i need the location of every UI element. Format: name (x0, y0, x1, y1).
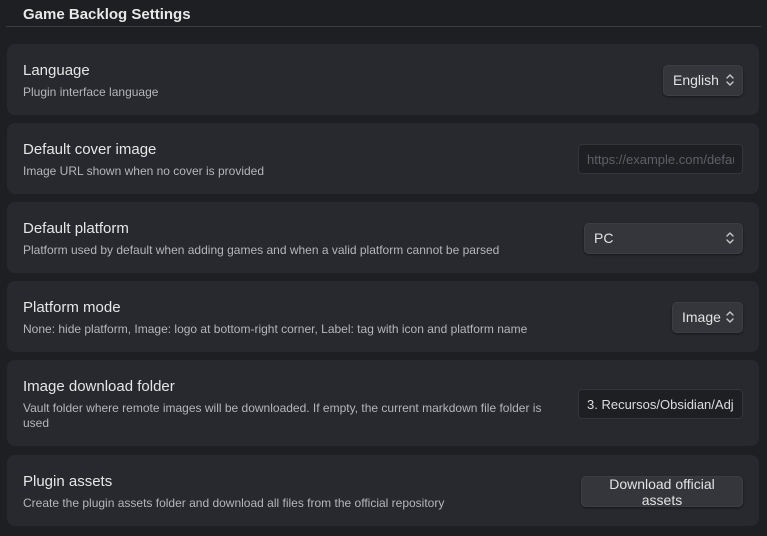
setting-name: Default platform (23, 220, 129, 237)
setting-image-download-folder: Image download folder Vault folder where… (7, 360, 759, 446)
setting-default-cover-image: Default cover image Image URL shown when… (7, 123, 759, 194)
chevron-up-down-icon (726, 311, 734, 323)
select-value: Image (682, 309, 721, 325)
setting-name: Platform mode (23, 299, 121, 316)
setting-description: Plugin interface language (23, 85, 159, 99)
image-download-folder-input[interactable] (578, 389, 743, 419)
setting-description: Platform used by default when adding gam… (23, 243, 500, 257)
setting-name: Default cover image (23, 141, 157, 158)
setting-description: Image URL shown when no cover is provide… (23, 164, 265, 178)
setting-description: None: hide platform, Image: logo at bott… (23, 322, 528, 336)
language-select[interactable]: English (663, 65, 743, 96)
setting-description: Vault folder where remote images will be… (23, 401, 542, 430)
setting-name: Language (23, 62, 90, 79)
chevron-up-down-icon (726, 232, 734, 244)
chevron-up-down-icon (726, 74, 734, 86)
setting-description: Create the plugin assets folder and down… (23, 496, 445, 510)
select-value: English (673, 72, 719, 88)
setting-name: Image download folder (23, 378, 175, 395)
setting-plugin-assets: Plugin assets Create the plugin assets f… (7, 455, 759, 526)
default-cover-url-input[interactable] (578, 144, 743, 174)
default-platform-select[interactable]: PC (584, 223, 743, 254)
settings-page: Game Backlog Settings Language Plugin in… (0, 0, 767, 536)
settings-heading: Game Backlog Settings (6, 0, 761, 27)
page-title: Game Backlog Settings (23, 6, 191, 23)
setting-platform-mode: Platform mode None: hide platform, Image… (7, 281, 759, 352)
select-value: PC (594, 230, 614, 246)
platform-mode-select[interactable]: Image (672, 302, 743, 333)
setting-language: Language Plugin interface language Engli… (7, 44, 759, 115)
setting-default-platform: Default platform Platform used by defaul… (7, 202, 759, 273)
setting-name: Plugin assets (23, 473, 113, 490)
download-official-assets-button[interactable]: Download official assets (581, 476, 743, 508)
